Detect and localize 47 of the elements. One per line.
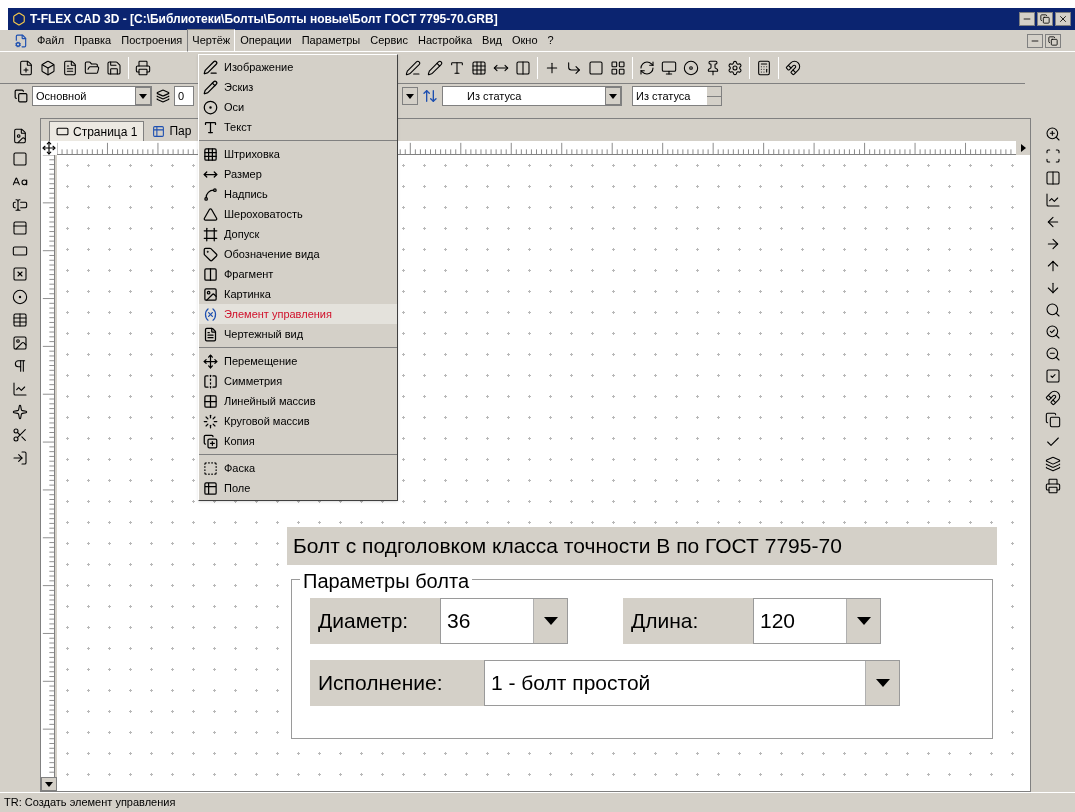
menu-item[interactable]: Построения xyxy=(116,29,188,52)
page-tab[interactable]: Пар xyxy=(146,121,198,141)
menu-option[interactable]: Шероховатость xyxy=(199,204,397,224)
field-label: Диаметр: xyxy=(310,598,440,644)
menu-option[interactable]: Оси xyxy=(199,97,397,117)
status-text: TR: Создать элемент управления xyxy=(4,795,176,811)
menu-item[interactable]: Окно xyxy=(507,29,543,52)
menu-option[interactable]: Надпись xyxy=(199,184,397,204)
menu-option[interactable]: Копия xyxy=(199,431,397,451)
menu-option[interactable]: Текст xyxy=(199,117,397,137)
menu-option[interactable]: Допуск xyxy=(199,224,397,244)
page-tab[interactable]: Страница 1 xyxy=(49,121,145,141)
menu-option[interactable]: Перемещение xyxy=(199,351,397,371)
menu-option[interactable]: Изображение xyxy=(199,57,397,77)
dropdown-field[interactable]: 1 - болт простой xyxy=(484,660,900,706)
menu-option[interactable]: Чертежный вид xyxy=(199,324,397,344)
style-combo[interactable]: Основной xyxy=(32,86,152,106)
menu-option[interactable]: Размер xyxy=(199,164,397,184)
field-label: Исполнение: xyxy=(310,660,484,706)
menu-item[interactable]: Сервис xyxy=(365,29,413,52)
menu-option[interactable]: Эскиз xyxy=(199,77,397,97)
menu-option[interactable]: Круговой массив xyxy=(199,411,397,431)
menu-option[interactable]: Линейный массив xyxy=(199,391,397,411)
menu-item[interactable]: ? xyxy=(542,29,559,52)
menu-option[interactable]: Фрагмент xyxy=(199,264,397,284)
menu-option[interactable]: Обозначение вида xyxy=(199,244,397,264)
text-combo[interactable]: Из статуса xyxy=(442,86,622,106)
dropdown-field[interactable]: 36 xyxy=(440,598,568,644)
dropdown-field[interactable]: 120 xyxy=(753,598,881,644)
menu-option[interactable]: Элемент управления xyxy=(199,304,397,324)
menu-option[interactable]: Симметрия xyxy=(199,371,397,391)
window-title: T-FLEX CAD 3D - [C:\Библиотеки\Болты\Болты новые\Болт ГОСТ 7795-70.GRB] xyxy=(30,11,498,28)
menu-item[interactable]: Настройка xyxy=(412,29,478,52)
dialog-title: Болт с подголовком класса точности В по ГОСТ 7795-70 xyxy=(287,527,997,565)
menu-item[interactable]: Чертёж xyxy=(187,29,236,52)
menu-item[interactable]: Файл xyxy=(32,29,70,52)
field-label: Длина: xyxy=(623,598,753,644)
menu-option[interactable]: Штриховка xyxy=(199,144,397,164)
layer-field[interactable]: 0 xyxy=(174,86,194,106)
menu-option[interactable]: Картинка xyxy=(199,284,397,304)
menu-item[interactable]: Операции xyxy=(235,29,297,52)
menu-option[interactable]: Фаска xyxy=(199,458,397,478)
spin-field[interactable]: Из статуса xyxy=(632,86,722,106)
menu-item[interactable]: Вид xyxy=(477,29,507,52)
menu-item[interactable]: Правка xyxy=(69,29,117,52)
menu-item[interactable]: Параметры xyxy=(296,29,366,52)
menu-option[interactable]: Поле xyxy=(199,478,397,498)
